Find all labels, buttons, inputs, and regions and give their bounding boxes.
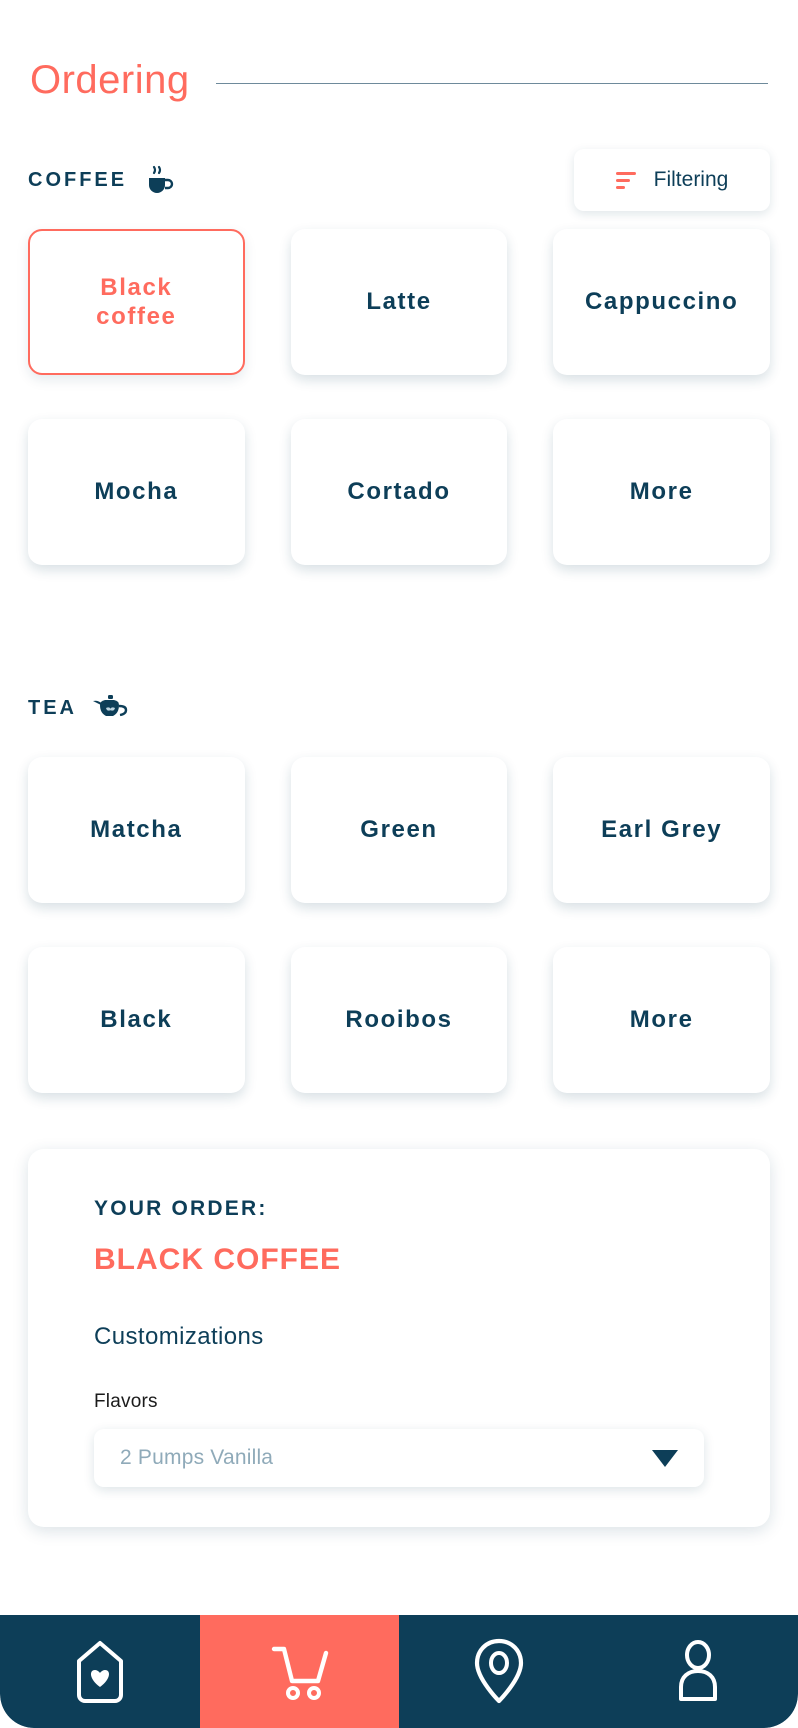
chevron-down-icon — [652, 1449, 678, 1467]
nav-item-favorites[interactable] — [0, 1615, 200, 1728]
page-header: Ordering — [0, 0, 798, 103]
tea-card-green[interactable]: Green — [290, 757, 508, 903]
coffee-card-cortado[interactable]: Cortado — [290, 419, 508, 565]
card-label: Cappuccino — [584, 288, 739, 316]
tea-card-matcha[interactable]: Matcha — [28, 757, 245, 903]
flavors-select[interactable]: 2 Pumps Vanilla — [94, 1429, 704, 1487]
coffee-card-cappuccino[interactable]: Cappuccino — [553, 229, 770, 375]
person-icon — [671, 1639, 725, 1705]
order-summary-body: YOUR ORDER: BLACK COFFEE Customizations … — [28, 1197, 770, 1487]
card-label: More — [629, 1006, 694, 1034]
card-label: Matcha — [90, 816, 183, 844]
coffee-card-mocha[interactable]: Mocha — [28, 419, 245, 565]
tag-heart-icon — [71, 1639, 129, 1705]
coffee-card-more[interactable]: More — [553, 419, 770, 565]
teapot-icon — [91, 692, 131, 724]
flavors-label: Flavors — [94, 1391, 158, 1412]
coffee-card-black-coffee[interactable]: Black coffee — [28, 229, 245, 375]
app-screen: Ordering COFFEE Filtering Black coffee La — [0, 0, 798, 1728]
tea-card-more[interactable]: More — [553, 947, 770, 1093]
nav-item-cart[interactable] — [199, 1615, 399, 1728]
coffee-cup-icon — [141, 163, 175, 197]
order-heading: YOUR ORDER: — [94, 1197, 268, 1220]
card-label: More — [629, 478, 694, 506]
section-header-tea: TEA — [0, 677, 798, 739]
card-label: Earl Grey — [601, 816, 723, 844]
card-label: Green — [360, 816, 438, 844]
bottom-navigation — [0, 1615, 798, 1728]
flavors-select-value: 2 Pumps Vanilla — [120, 1446, 274, 1469]
order-item-name: BLACK COFFEE — [94, 1243, 341, 1276]
card-label: Cortado — [347, 478, 451, 506]
card-label: Black coffee — [96, 273, 177, 330]
order-summary-card: YOUR ORDER: BLACK COFFEE Customizations … — [28, 1149, 770, 1527]
coffee-card-latte[interactable]: Latte — [290, 229, 508, 375]
card-label: Rooibos — [345, 1006, 453, 1034]
title-divider — [215, 83, 768, 84]
nav-item-locations[interactable] — [399, 1615, 599, 1728]
card-label: Mocha — [94, 478, 179, 506]
filtering-button-label: Filtering — [653, 168, 729, 191]
customizations-title: Customizations — [94, 1323, 264, 1350]
nav-item-profile[interactable] — [599, 1615, 798, 1728]
section-label-coffee: COFFEE — [28, 168, 128, 191]
section-label-tea: TEA — [28, 696, 77, 719]
section-header-coffee: COFFEE Filtering — [0, 149, 798, 211]
tea-card-rooibos[interactable]: Rooibos — [290, 947, 508, 1093]
card-label: Black — [100, 1006, 173, 1034]
card-label: Latte — [366, 288, 432, 316]
location-pin-icon — [471, 1637, 527, 1707]
filtering-button[interactable]: Filtering — [574, 149, 770, 211]
filter-lines-icon — [615, 171, 636, 189]
page-title: Ordering — [30, 58, 190, 102]
tea-card-black[interactable]: Black — [28, 947, 245, 1093]
tea-card-grid: Matcha Green Earl Grey Black Rooibos Mor… — [0, 757, 798, 1093]
coffee-card-grid: Black coffee Latte Cappuccino Mocha Corta… — [0, 229, 798, 565]
shopping-cart-icon — [266, 1639, 332, 1705]
tea-card-earl-grey[interactable]: Earl Grey — [553, 757, 770, 903]
